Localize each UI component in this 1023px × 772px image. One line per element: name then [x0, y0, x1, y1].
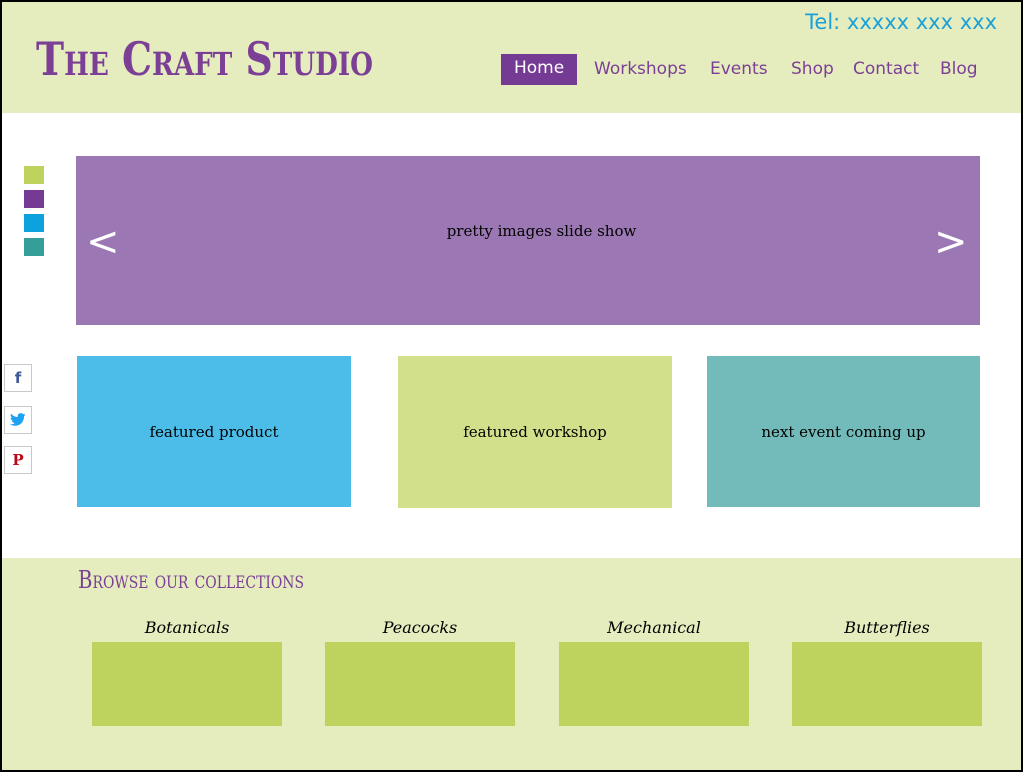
collection-label-mechanical: Mechanical: [607, 618, 701, 637]
swatch-teal[interactable]: [24, 238, 44, 256]
card-featured-product[interactable]: featured product: [77, 356, 351, 507]
card-next-event-label: next event coming up: [761, 422, 926, 441]
slideshow-next-button[interactable]: >: [934, 218, 968, 266]
nav-contact[interactable]: Contact: [853, 54, 919, 85]
card-featured-workshop-label: featured workshop: [463, 423, 607, 441]
header: The Craft Studio Tel: xxxxx xxx xxx Home…: [2, 2, 1021, 113]
collection-tile-mechanical[interactable]: [559, 642, 749, 726]
collection-tile-butterflies[interactable]: [792, 642, 982, 726]
nav-shop[interactable]: Shop: [791, 54, 834, 85]
facebook-icon[interactable]: f: [4, 364, 32, 392]
hero-slideshow: < pretty images slide show >: [76, 156, 980, 325]
slideshow-caption: pretty images slide show: [446, 222, 637, 240]
site-logo[interactable]: The Craft Studio: [36, 32, 373, 86]
nav-blog[interactable]: Blog: [940, 54, 978, 85]
telephone-number: Tel: xxxxx xxx xxx: [805, 10, 997, 34]
collection-label-botanicals: Botanicals: [144, 618, 230, 637]
collections-heading: Browse our collections: [78, 566, 305, 594]
collection-label-peacocks: Peacocks: [382, 618, 458, 637]
swatch-blue[interactable]: [24, 214, 44, 232]
twitter-icon[interactable]: [4, 406, 32, 434]
nav-home[interactable]: Home: [501, 54, 578, 85]
pinterest-icon[interactable]: P: [4, 446, 32, 474]
nav-events[interactable]: Events: [710, 54, 768, 85]
page: The Craft Studio Tel: xxxxx xxx xxx Home…: [0, 0, 1023, 772]
collection-tile-peacocks[interactable]: [325, 642, 515, 726]
swatch-purple[interactable]: [24, 190, 44, 208]
card-featured-product-label: featured product: [149, 422, 279, 441]
nav-workshops[interactable]: Workshops: [594, 54, 687, 85]
card-next-event[interactable]: next event coming up: [707, 356, 980, 507]
collection-tile-botanicals[interactable]: [92, 642, 282, 726]
collections-section: Browse our collections Botanicals Peacoc…: [2, 558, 1021, 770]
swatch-green[interactable]: [24, 166, 44, 184]
card-featured-workshop[interactable]: featured workshop: [398, 356, 672, 508]
twitter-bird-shape: [10, 413, 26, 426]
collection-label-butterflies: Butterflies: [844, 618, 930, 637]
